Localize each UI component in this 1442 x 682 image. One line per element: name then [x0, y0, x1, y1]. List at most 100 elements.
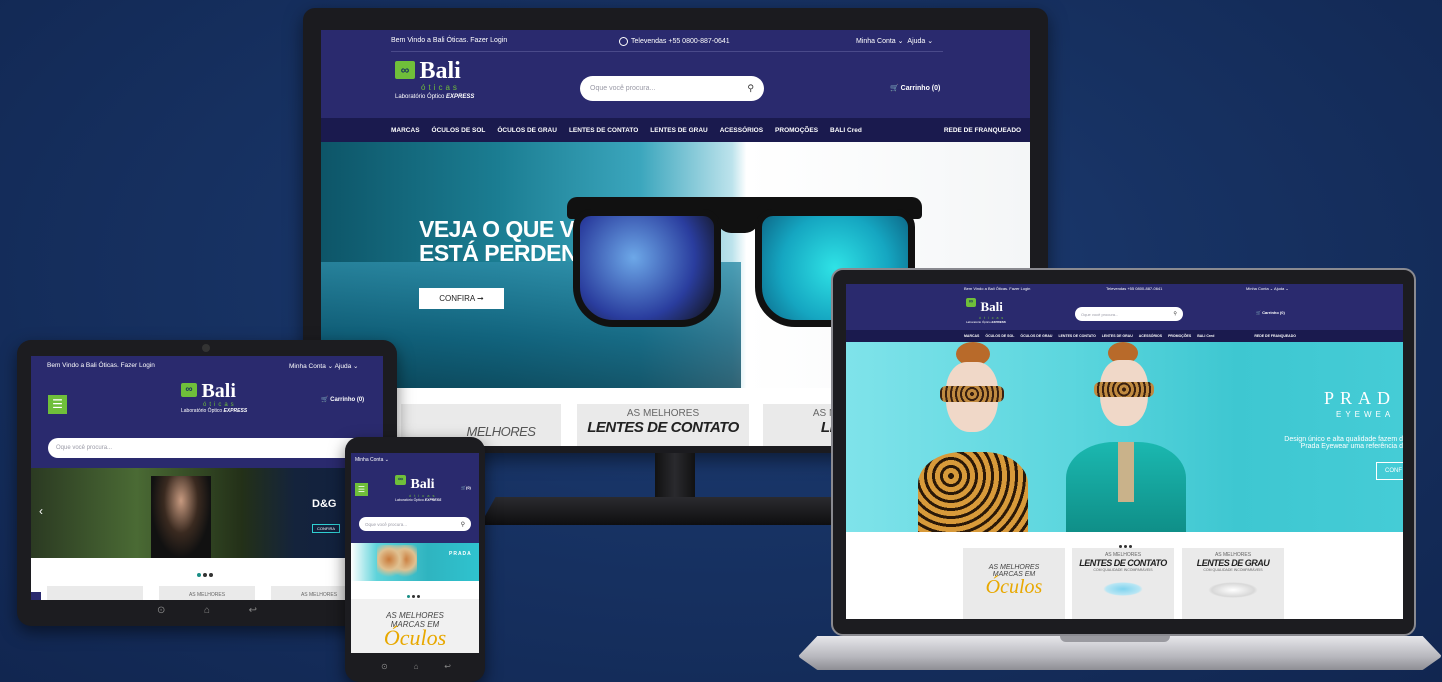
laptop-hinge-notch: [1060, 636, 1170, 642]
search-icon[interactable]: ⚲: [1173, 311, 1177, 317]
account-menu[interactable]: Minha Conta: [1246, 286, 1269, 291]
laptop-device: Bem Vindo a Bali Óticas. Fazer Login Tel…: [831, 268, 1416, 636]
monitor-base: [480, 497, 870, 525]
chevron-down-icon: ⌄: [897, 38, 904, 45]
cart-button[interactable]: 🛒 Carrinho (0): [890, 84, 940, 92]
phone-text: Televendas +55 0800-887-0641: [631, 38, 730, 45]
welcome-text[interactable]: Bem Vindo a Bali Óticas. Fazer Login: [391, 37, 507, 44]
phone-hero-brand: PRADA: [449, 551, 472, 557]
tablet-hero-banner[interactable]: D&G CONFIRA ‹: [31, 468, 383, 558]
logo[interactable]: ∞ Bali óticas Laboratório Óptico EXPRESS: [395, 475, 441, 502]
laptop-phone-text: Televendas +55 0800-887-0641: [1106, 286, 1163, 291]
help-menu[interactable]: Ajuda: [1274, 286, 1284, 291]
carousel-dots[interactable]: [196, 564, 214, 582]
nav-item[interactable]: BALI Cred: [830, 127, 862, 134]
nav-item[interactable]: LENTES DE CONTATO: [569, 127, 638, 134]
contact-lens-image: [1103, 582, 1143, 596]
laptop-hero-cta[interactable]: CONF: [1376, 462, 1403, 480]
cart-button[interactable]: 🛒(0): [461, 485, 471, 490]
promo-card[interactable]: AS MELHORES LENTES DE CONTATO COM QUALID…: [1072, 548, 1174, 619]
phone-promo-card[interactable]: AS MELHORES MARCAS EM Óculos: [351, 599, 479, 653]
search-input[interactable]: Oque você procura... ⚲: [1075, 307, 1183, 321]
logo-mark-icon: ∞: [395, 475, 406, 485]
chevron-down-icon: ⌄: [353, 363, 359, 370]
account-menu[interactable]: Minha Conta: [289, 363, 326, 370]
account-menu[interactable]: Minha Conta: [355, 457, 383, 463]
search-icon[interactable]: ⚲: [747, 83, 754, 94]
hamburger-icon: ☰: [52, 397, 63, 411]
laptop-header: Bem Vindo a Bali Óticas. Fazer Login Tel…: [846, 284, 1403, 330]
menu-button[interactable]: ☰: [355, 483, 368, 496]
tablet-hero-cta[interactable]: CONFIRA: [312, 524, 340, 533]
nav-item[interactable]: ACESSÓRIOS: [1139, 334, 1162, 338]
nav-item[interactable]: ÓCULOS DE SOL: [432, 127, 486, 134]
laptop-hero-brand: PRAD: [1324, 388, 1397, 408]
promo-card[interactable]: AS MELHORES MARCAS EM Óculos: [963, 548, 1065, 619]
search-icon[interactable]: ⚲: [461, 521, 465, 528]
cart-button[interactable]: 🛒 Carrinho (0): [321, 396, 364, 403]
cart-icon: 🛒: [890, 85, 899, 92]
menu-button[interactable]: ☰: [48, 395, 67, 414]
nav-item-franchise[interactable]: REDE DE FRANQUEADO: [1254, 334, 1296, 338]
nav-item[interactable]: LENTES DE CONTATO: [1058, 334, 1095, 338]
chevron-left-icon[interactable]: ‹: [39, 504, 43, 518]
desktop-nav: MARCAS ÓCULOS DE SOL ÓCULOS DE GRAU LENT…: [321, 118, 1030, 142]
account-menu[interactable]: Minha Conta: [856, 38, 896, 45]
chevron-down-icon: ⌄: [927, 38, 934, 45]
back-icon[interactable]: ⊙: [381, 662, 388, 671]
promo-card[interactable]: AS MELHORES LENTES DE CONTATO: [577, 404, 749, 446]
phone-hero-banner[interactable]: PRADA: [351, 543, 479, 581]
back-icon[interactable]: ⊙: [157, 605, 165, 616]
search-input[interactable]: Oque você procura... ⚲: [48, 438, 366, 458]
search-input[interactable]: Oque você procura... ⚲: [580, 76, 764, 101]
home-icon[interactable]: ⌂: [414, 662, 419, 671]
logo[interactable]: ∞ Bali óticas Laboratório Óptico EXPRESS: [966, 298, 1006, 324]
phone-device: Minha Conta ⌄ ☰ ∞ Bali óticas Laboratóri…: [345, 437, 485, 682]
nav-item[interactable]: BALI Cred: [1197, 334, 1214, 338]
cart-icon: 🛒: [1256, 310, 1261, 315]
monitor-stand: [655, 453, 695, 499]
nav-item[interactable]: ÓCULOS DE SOL: [985, 334, 1014, 338]
nav-item[interactable]: PROMOÇÕES: [775, 127, 818, 134]
hamburger-icon: ☰: [357, 485, 366, 494]
nav-item[interactable]: MARCAS: [964, 334, 979, 338]
tablet-site: Bem Vindo a Bali Óticas. Fazer Login Min…: [31, 356, 383, 600]
nav-item[interactable]: LENTES DE GRAU: [650, 127, 707, 134]
nav-item-franchise[interactable]: REDE DE FRANQUEADO: [944, 127, 1021, 134]
models-image: [377, 545, 417, 581]
promo-card[interactable]: AS MELHORES LENTES DE GRAU COM QUALIDADE…: [1182, 548, 1284, 619]
logo-mark-icon: ∞: [966, 298, 976, 307]
promo-card[interactable]: AS MELHORES: [159, 586, 255, 600]
laptop-welcome-text[interactable]: Bem Vindo a Bali Óticas. Fazer Login: [964, 286, 1030, 291]
laptop-hero-banner[interactable]: PRAD EYEWEA Design único e alta qualidad…: [846, 342, 1403, 532]
nav-item[interactable]: LENTES DE GRAU: [1102, 334, 1133, 338]
nav-item[interactable]: ÓCULOS DE GRAU: [497, 127, 557, 134]
chevron-down-icon: ⌄: [327, 363, 334, 370]
tablet-welcome-text[interactable]: Bem Vindo a Bali Óticas. Fazer Login: [47, 362, 155, 369]
model-left-image: [918, 342, 1028, 532]
phone-site: Minha Conta ⌄ ☰ ∞ Bali óticas Laboratóri…: [351, 453, 479, 653]
phone-nav-buttons: ⊙ ⌂ ↩: [381, 662, 451, 671]
logo-mark-icon: ∞: [395, 61, 415, 79]
model-right-image: [1066, 342, 1186, 532]
help-menu[interactable]: Ajuda: [907, 38, 925, 45]
nav-item[interactable]: ÓCULOS DE GRAU: [1020, 334, 1052, 338]
recent-apps-icon[interactable]: ↩: [444, 662, 451, 671]
hero-cta-button[interactable]: CONFIRA ➞: [419, 288, 504, 309]
help-menu[interactable]: Ajuda: [335, 363, 352, 370]
nav-item[interactable]: PROMOÇÕES: [1168, 334, 1191, 338]
nav-item[interactable]: ACESSÓRIOS: [720, 127, 763, 134]
chevron-down-icon: ⌄: [384, 457, 389, 463]
promo-card[interactable]: [47, 586, 143, 600]
scroll-top-button[interactable]: [31, 592, 41, 600]
tablet-header: Bem Vindo a Bali Óticas. Fazer Login Min…: [31, 356, 383, 468]
phone-header: Minha Conta ⌄ ☰ ∞ Bali óticas Laboratóri…: [351, 453, 479, 543]
nav-item[interactable]: MARCAS: [391, 127, 420, 134]
search-input[interactable]: Oque você procura... ⚲: [359, 517, 471, 531]
cart-button[interactable]: 🛒 Carrinho (0): [1256, 310, 1285, 315]
recent-apps-icon[interactable]: ↩: [249, 605, 257, 616]
cart-icon: 🛒: [321, 397, 329, 403]
home-icon[interactable]: ⌂: [204, 605, 210, 616]
logo[interactable]: ∞ Bali óticas Laboratório Óptico EXPRESS: [181, 381, 247, 414]
logo[interactable]: ∞ Bali óticas Laboratório Óptico EXPRESS: [395, 59, 474, 100]
